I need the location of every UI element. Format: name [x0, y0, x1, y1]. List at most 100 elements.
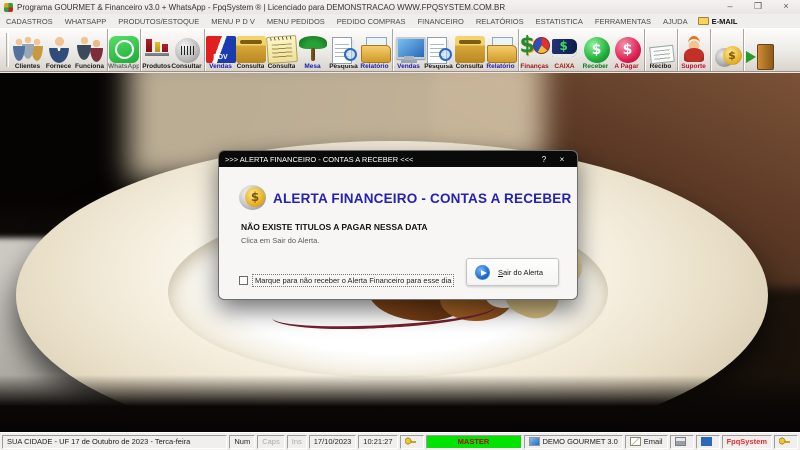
toolbar-pesquisa-vendas[interactable]: Pesquisa — [423, 29, 454, 71]
toolbar-consulta-pdv[interactable]: Consulta — [235, 29, 266, 71]
supplier-person-icon — [43, 36, 74, 63]
notepad-icon — [265, 34, 298, 65]
exit-alert-button[interactable]: Sair do Alerta — [466, 258, 559, 286]
menu-financeiro[interactable]: FINANCEIRO — [412, 17, 470, 26]
minimize-button[interactable]: – — [716, 0, 744, 14]
dialog-title: >>> ALERTA FINANCEIRO - CONTAS A RECEBER… — [225, 154, 414, 164]
dialog-message: NÃO EXISTE TITULOS A PAGAR NESSA DATA — [241, 222, 428, 232]
toolbar-relatorio-vendas[interactable]: Relatório — [485, 29, 517, 71]
menu-estatistica[interactable]: ESTATISTICA — [530, 17, 589, 26]
toolbar-caixa[interactable]: CAIXA — [549, 29, 580, 71]
status-time: 10:21:27 — [358, 434, 398, 449]
window-titlebar: Programa GOURMET & Financeiro v3.0 + Wha… — [0, 0, 800, 14]
status-bar: SUA CIDADE - UF 17 de Outubro de 2023 - … — [0, 432, 800, 450]
toolbar-moedas[interactable] — [710, 29, 742, 71]
toolbar-funcionario[interactable]: Funciona — [74, 29, 105, 71]
maximize-button[interactable]: ❒ — [744, 0, 772, 14]
status-location-date: SUA CIDADE - UF 17 de Outubro de 2023 - … — [2, 434, 228, 449]
coin-icon — [239, 185, 266, 210]
status-master-user: MASTER — [425, 434, 522, 449]
search-docs-icon — [424, 36, 454, 64]
money-pie-icon — [520, 34, 550, 63]
toolbar-pesquisa-mesa[interactable]: Pesquisa — [328, 29, 359, 71]
receipt-icon — [649, 44, 675, 65]
mute-alert-checkbox-label[interactable]: Marque para não receber o Alerta Finance… — [252, 274, 455, 287]
key-icon — [404, 437, 416, 446]
dialog-heading: ALERTA FINANCEIRO - CONTAS A RECEBER — [273, 191, 572, 206]
toolbar-financas[interactable]: Finanças — [518, 29, 550, 71]
menu-produtos-estoque[interactable]: PRODUTOS/ESTOQUE — [112, 17, 205, 26]
status-insert: Ins — [286, 434, 307, 449]
toolbar-recibo[interactable]: Recibo — [644, 29, 675, 71]
whatsapp-icon — [108, 36, 139, 63]
status-user-key — [399, 434, 424, 449]
toolbar-consulta-vendas[interactable]: Consulta — [454, 29, 485, 71]
status-date: 17/10/2023 — [308, 434, 357, 449]
status-network — [695, 434, 720, 449]
toolbar-a-pagar[interactable]: A Pagar — [611, 29, 642, 71]
report-folder-icon — [360, 36, 391, 63]
toolbar-vendas[interactable]: Vendas — [392, 29, 426, 71]
search-docs-icon — [329, 36, 359, 64]
gold-coin-icon — [714, 44, 742, 70]
pdv-flag-icon — [205, 36, 236, 63]
menu-relatorios[interactable]: RELATÓRIOS — [470, 17, 530, 26]
menu-cadastros[interactable]: CADASTROS — [0, 17, 59, 26]
barcode-coin-icon — [175, 38, 200, 63]
employees-people-icon — [74, 36, 105, 63]
cashbook-icon — [550, 36, 580, 63]
dialog-body: ALERTA FINANCEIRO - CONTAS A RECEBER NÃO… — [219, 167, 577, 300]
menu-pedido-compras[interactable]: PEDIDO COMPRAS — [331, 17, 412, 26]
toolbar-consultar-produtos[interactable]: Consultar — [171, 29, 202, 71]
close-button[interactable]: × — [772, 0, 800, 14]
palm-tree-icon — [298, 36, 328, 63]
toolbar-produtos[interactable]: Produtos — [140, 29, 172, 71]
toolbar-receber[interactable]: Receber — [580, 29, 611, 71]
toolbar-whatsapp[interactable]: WhatsApp — [107, 29, 139, 71]
dialog-checkbox-row: Marque para não receber o Alerta Finance… — [239, 274, 455, 287]
toolbar-clientes[interactable]: Clientes — [12, 29, 43, 71]
menu-whatsapp[interactable]: WHATSAPP — [59, 17, 113, 26]
app-icon — [4, 2, 13, 12]
toolbar-consulta-cupom[interactable]: Consulta — [265, 29, 298, 71]
photo-dark-foreground — [0, 374, 800, 432]
menu-item-email[interactable]: E-MAIL — [694, 17, 742, 26]
toolbar-fornecedor[interactable]: Fornece — [43, 29, 74, 71]
status-brand: FpqSystem — [721, 434, 772, 449]
status-app-version: DEMO GOURMET 3.0 — [523, 434, 623, 449]
pink-dollar-coin-icon — [614, 37, 641, 63]
arrow-right-icon — [475, 264, 490, 280]
toolbar-sair[interactable] — [743, 29, 774, 71]
key-icon — [779, 437, 790, 446]
status-email: Email — [624, 434, 668, 449]
toolbar-grip — [6, 33, 9, 67]
monitor-icon — [528, 437, 540, 446]
menu-pdv[interactable]: MENU P D V — [205, 17, 261, 26]
menu-ferramentas[interactable]: FERRAMENTAS — [589, 17, 657, 26]
toolbar-vendas-pdv[interactable]: Vendas — [204, 29, 236, 71]
drawer-icon — [235, 36, 266, 63]
clients-people-icon — [12, 36, 43, 63]
exit-door-icon — [745, 43, 775, 70]
menu-bar: CADASTROS WHATSAPP PRODUTOS/ESTOQUE MENU… — [0, 14, 800, 28]
status-caps-lock: Caps — [257, 434, 285, 449]
toolbar-mesa[interactable]: Mesa — [297, 29, 328, 71]
exit-alert-button-label: Sair do Alerta — [498, 267, 544, 277]
drawer-icon — [454, 36, 485, 63]
dialog-titlebar[interactable]: >>> ALERTA FINANCEIRO - CONTAS A RECEBER… — [219, 151, 577, 167]
menu-pedidos[interactable]: MENU PEDIDOS — [261, 17, 331, 26]
dialog-sub-message: Clica em Sair do Alerta. — [241, 236, 320, 245]
support-headset-icon — [679, 36, 709, 63]
dialog-help-button[interactable]: ? — [535, 155, 553, 164]
dialog-close-icon[interactable]: × — [553, 155, 571, 164]
toolbar-relatorio-mesa[interactable]: Relatório — [359, 29, 391, 71]
mute-alert-checkbox[interactable] — [239, 276, 248, 285]
alert-dialog: >>> ALERTA FINANCEIRO - CONTAS A RECEBER… — [218, 150, 578, 300]
monitor-sales-icon — [394, 36, 426, 63]
report-folder-icon — [486, 36, 517, 63]
toolbar-suporte[interactable]: Suporte — [677, 29, 708, 71]
mail-icon — [629, 437, 641, 446]
green-dollar-coin-icon — [583, 37, 610, 63]
toolbar: Clientes Fornece Funciona WhatsApp Produ… — [0, 28, 800, 72]
menu-ajuda[interactable]: AJUDA — [657, 17, 694, 26]
